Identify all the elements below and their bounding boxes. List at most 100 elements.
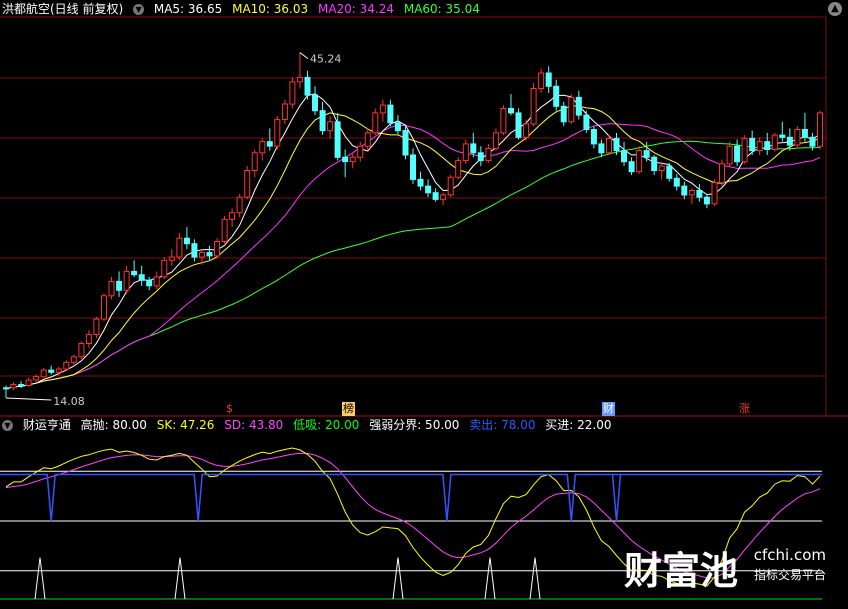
candle [131, 270, 138, 276]
candle [575, 96, 582, 116]
candle [523, 123, 530, 138]
candle [794, 129, 801, 146]
candle [673, 177, 680, 187]
candle [221, 218, 228, 243]
candle [402, 130, 409, 156]
candle [462, 143, 469, 161]
candle [70, 356, 77, 363]
candle [817, 112, 823, 147]
candle [508, 108, 514, 114]
low-marker [5, 397, 52, 401]
candle [606, 137, 612, 154]
candle [93, 318, 100, 336]
candle [364, 132, 371, 147]
candle [183, 237, 190, 245]
candle [101, 295, 107, 320]
candle [410, 154, 416, 180]
candle [485, 147, 492, 162]
candle [666, 165, 673, 179]
candle [394, 122, 401, 132]
candle [500, 108, 507, 134]
candle [553, 85, 560, 107]
candle [538, 72, 545, 89]
watermark-tagline: 指标交易平台 [753, 568, 826, 582]
candle [492, 132, 499, 149]
buy-spike [34, 557, 46, 600]
candle [703, 196, 710, 205]
candle [153, 276, 160, 287]
candle [372, 112, 379, 134]
candle [304, 76, 311, 96]
candle [296, 76, 303, 83]
candle [214, 241, 220, 257]
candle [726, 145, 733, 165]
price-chart[interactable]: 45.24 14.08 [0, 0, 848, 609]
candle [749, 137, 756, 152]
candle [771, 134, 778, 151]
candle [48, 369, 55, 373]
candle [25, 379, 32, 387]
candle [515, 112, 522, 138]
candle [281, 103, 288, 120]
candle [312, 94, 318, 112]
candle [387, 104, 394, 124]
candle [342, 156, 349, 163]
signal-cai: 财 [602, 402, 615, 416]
buy-spike [484, 557, 496, 600]
candle [621, 150, 627, 163]
ma10-line [5, 105, 821, 390]
signal-dollar: $ [226, 402, 233, 415]
candle [161, 259, 168, 278]
candle [236, 196, 243, 214]
candle [199, 252, 205, 258]
candle [251, 152, 258, 172]
candle [590, 129, 597, 145]
buy-spike [392, 557, 404, 600]
candle [696, 190, 703, 198]
candle [786, 136, 793, 146]
candle [583, 114, 590, 130]
candle [651, 156, 658, 171]
candle [33, 376, 40, 381]
candle [274, 119, 281, 147]
candle [206, 252, 213, 257]
candle [530, 88, 537, 125]
candle [470, 143, 477, 154]
high-marker [299, 52, 309, 59]
candle [168, 256, 175, 261]
candle [801, 129, 808, 138]
candle [349, 156, 356, 163]
candle [138, 274, 145, 281]
candle [688, 190, 695, 196]
signal-bang: 榜 [342, 402, 355, 416]
candle [764, 141, 771, 150]
candle [146, 279, 153, 287]
candle [123, 270, 130, 291]
candle [711, 182, 718, 205]
candle [327, 121, 334, 132]
signal-zhang: 涨 [739, 402, 750, 415]
candle [643, 150, 650, 158]
candle [560, 105, 567, 123]
candle [319, 110, 326, 132]
candle [658, 165, 665, 172]
low-price-label: 14.08 [53, 395, 85, 408]
candle [3, 387, 9, 390]
candle [809, 136, 816, 147]
candle [455, 160, 462, 178]
buy-spike [174, 557, 186, 600]
candle [63, 361, 70, 370]
candle [379, 104, 386, 114]
candle [55, 368, 62, 373]
candle [719, 163, 725, 184]
candle [432, 192, 439, 200]
candle [191, 243, 198, 258]
candle [266, 141, 273, 147]
sell-line [0, 473, 822, 522]
candle [598, 143, 605, 154]
candle [176, 237, 183, 258]
candle [18, 384, 25, 387]
candle [78, 343, 85, 358]
candle [447, 176, 454, 196]
candle [681, 185, 688, 196]
